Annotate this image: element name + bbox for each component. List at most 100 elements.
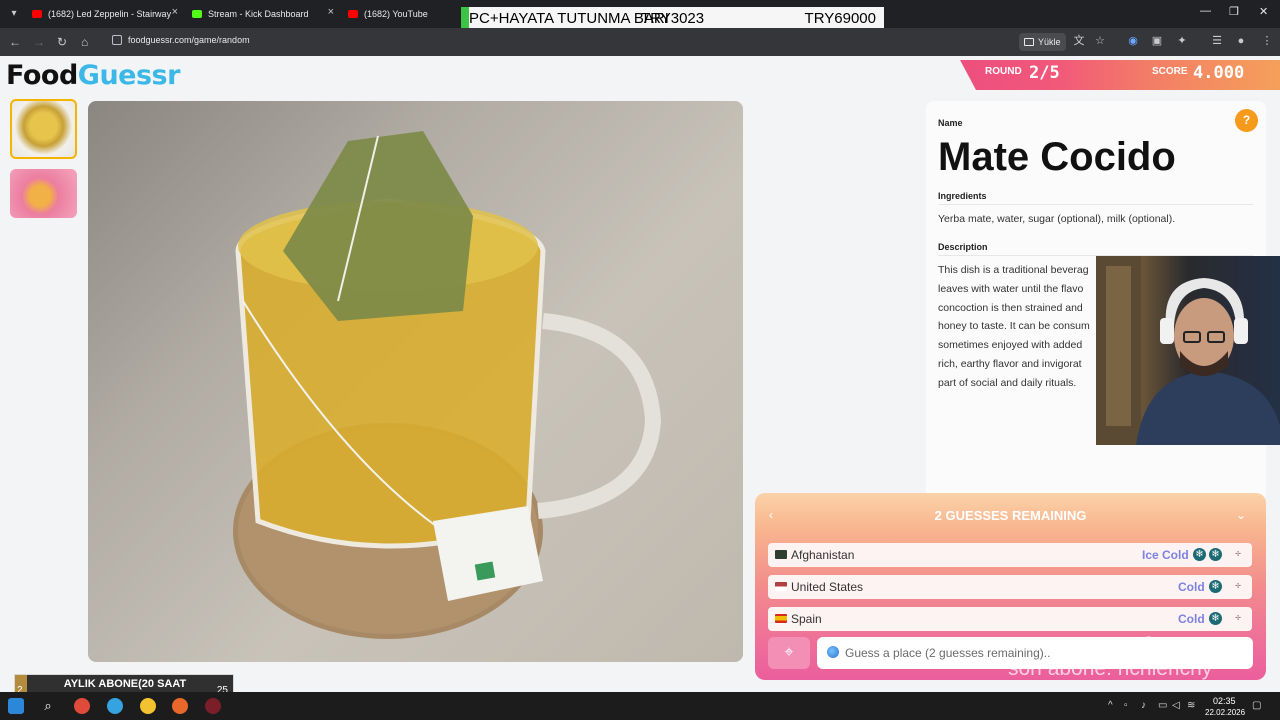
profile-icon[interactable]: ●	[1235, 35, 1247, 47]
url-field[interactable]: foodguessr.com/game/random	[112, 35, 250, 45]
globe-icon	[827, 646, 839, 658]
flag-icon	[775, 582, 787, 591]
windows-taskbar: ⌕ ^ ▫ ♪ ▭ ◁ ≋ 02:35 22.02.2026 ▢	[0, 692, 1280, 720]
guesses-remaining-heading: 2 GUESSES REMAINING	[934, 508, 1087, 523]
search-icon[interactable]: ⌕	[40, 698, 56, 714]
tab-search-icon[interactable]: ▾	[6, 6, 22, 22]
mug-handle	[537, 313, 662, 519]
flag-icon	[775, 550, 787, 559]
wifi-icon[interactable]: ≋	[1187, 700, 1195, 711]
tab-kick-dashboard[interactable]: Stream - Kick Dashboard ×	[192, 4, 334, 24]
microphone-icon[interactable]: ♪	[1141, 700, 1146, 711]
speaker-icon[interactable]: ◁	[1172, 700, 1180, 711]
divider	[938, 204, 1253, 205]
forward-icon[interactable]: →	[33, 34, 45, 50]
ingredients-label: Ingredients	[938, 191, 987, 201]
score-bar: ROUND 2/5 SCORE 4.000	[960, 60, 1280, 90]
site-info-icon[interactable]	[112, 35, 122, 45]
home-icon[interactable]: ⌂	[81, 34, 88, 50]
guess-row: Afghanistan Ice Cold ❄ ❄ ✢	[768, 543, 1252, 567]
close-tab-icon[interactable]: ×	[328, 6, 334, 18]
browser-address-bar: ← → ↻ ⌂ foodguessr.com/game/random Yükle…	[0, 28, 1280, 56]
network-icon[interactable]: ▭	[1158, 700, 1167, 711]
chevron-down-icon[interactable]: ⌄	[1236, 508, 1246, 522]
guess-country: Spain	[791, 612, 822, 626]
photo-thumbnail-1[interactable]	[10, 99, 77, 159]
clock-time[interactable]: 02:35	[1213, 696, 1236, 706]
upload-icon	[1024, 38, 1034, 46]
logo-food: Food	[6, 60, 78, 91]
goal-progress-marker	[461, 7, 469, 29]
upload-label: Yükle	[1038, 37, 1061, 47]
upload-button[interactable]: Yükle	[1019, 33, 1066, 51]
kick-icon	[192, 10, 202, 18]
guess-country: United States	[791, 580, 864, 594]
tab-youtube[interactable]: (1682) YouTube	[348, 4, 458, 24]
guess-row: United States Cold ❄ ✢	[768, 575, 1252, 599]
cast-icon[interactable]: ◉	[1127, 35, 1139, 47]
stream-goal-overlay: PC+HAYATA TUTUNMA BARI TRY3023 TRY69000	[461, 7, 884, 29]
round-value: 2/5	[1029, 63, 1060, 83]
snowflake-icon: ❄	[1209, 580, 1222, 593]
guess-country: Afghanistan	[791, 548, 855, 562]
firefox-icon[interactable]	[172, 698, 188, 714]
guess-temperature: Cold	[1178, 580, 1205, 594]
stream-logo: Stream	[1142, 633, 1200, 652]
snowflake-icon: ❄	[1209, 612, 1222, 625]
compass-icon: ✢	[1235, 583, 1241, 590]
compass-icon: ✢	[1235, 551, 1241, 558]
minimize-icon[interactable]: —	[1200, 5, 1211, 17]
dish-name: Mate Cocido	[938, 135, 1176, 179]
tab-label: (1682) YouTube	[364, 9, 428, 19]
help-icon[interactable]: ?	[1235, 109, 1258, 132]
youtube-icon	[32, 10, 42, 18]
screenshot-icon[interactable]: ▣	[1151, 35, 1163, 47]
tea-tag	[433, 506, 543, 601]
app-icon[interactable]	[107, 698, 123, 714]
youtube-icon	[348, 10, 358, 18]
guess-temperature: Ice Cold	[1142, 548, 1189, 562]
restore-icon[interactable]: ❐	[1229, 5, 1239, 18]
close-tab-icon[interactable]: ×	[172, 6, 178, 18]
notifications-icon[interactable]: ▢	[1252, 700, 1261, 711]
app-icon[interactable]	[74, 698, 90, 714]
goal-current: TRY3023	[641, 10, 705, 27]
round-label: ROUND	[985, 66, 1022, 77]
description-label: Description	[938, 242, 988, 252]
webcam-overlay	[1096, 256, 1280, 445]
dish-photo	[88, 101, 743, 662]
dish-photo-drawing	[233, 131, 662, 639]
windows-start-icon[interactable]	[8, 698, 24, 714]
ingredients-text: Yerba mate, water, sugar (optional), mil…	[938, 213, 1176, 225]
menu-icon[interactable]: ⋮	[1261, 35, 1273, 47]
tab-led-zeppelin[interactable]: (1682) Led Zeppelin - Stairway ×	[32, 4, 178, 24]
url-text: foodguessr.com/game/random	[128, 35, 250, 45]
score-label: SCORE	[1152, 66, 1188, 77]
tray-app-icon[interactable]: ▫	[1124, 700, 1128, 711]
back-icon[interactable]: ←	[9, 34, 21, 50]
browser-tab-bar: ▾ (1682) Led Zeppelin - Stairway × Strea…	[0, 0, 1280, 29]
snowflake-icon: ❄	[1193, 548, 1206, 561]
bookmark-star-icon[interactable]: ☆	[1094, 35, 1106, 47]
goal-target: TRY69000	[804, 10, 876, 27]
tray-chevron-icon[interactable]: ^	[1108, 700, 1113, 711]
snowflake-icon: ❄	[1209, 548, 1222, 561]
chrome-icon[interactable]	[140, 698, 156, 714]
reload-icon[interactable]: ↻	[57, 34, 67, 50]
score-value: 4.000	[1193, 63, 1245, 83]
translate-icon[interactable]: 文	[1073, 35, 1085, 47]
photo-thumbnail-2[interactable]	[10, 169, 77, 218]
latest-subscriber: son abone: richierichy	[1008, 657, 1213, 680]
webcam-drawing	[1096, 256, 1280, 445]
close-window-icon[interactable]: ✕	[1259, 5, 1268, 18]
obs-icon[interactable]	[205, 698, 221, 714]
guess-row: Spain Cold ❄ ✢	[768, 607, 1252, 631]
tab-label: Stream - Kick Dashboard	[208, 9, 309, 19]
extensions-icon[interactable]: ✦	[1176, 35, 1188, 47]
goal-title: PC+HAYATA TUTUNMA BARI	[469, 10, 669, 27]
flag-icon	[775, 614, 787, 623]
site-logo[interactable]: FoodGuessr	[6, 60, 180, 91]
clock-date[interactable]: 22.02.2026	[1205, 708, 1245, 717]
map-pin-button[interactable]: ⌖	[768, 637, 810, 669]
media-icon[interactable]: ☰	[1211, 35, 1223, 47]
